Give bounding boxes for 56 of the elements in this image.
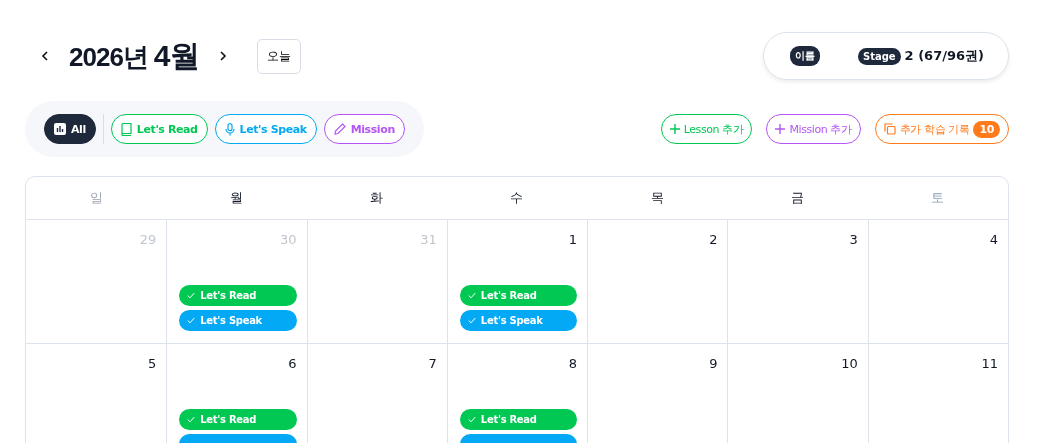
event-pill[interactable]: Let's Read	[179, 285, 297, 306]
date-number: 10	[841, 356, 858, 371]
check-icon	[187, 416, 196, 423]
check-icon	[467, 317, 476, 324]
filter-chip[interactable]: Let's Read	[110, 114, 208, 144]
date-number: 31	[420, 232, 437, 247]
date-number: 9	[709, 356, 718, 371]
check-icon	[467, 416, 476, 423]
filter-chip[interactable]: Let's Speak	[214, 114, 317, 144]
weekday-header: 일	[88, 189, 104, 207]
stage-badge: Stage	[857, 47, 901, 65]
date-number: 4	[989, 232, 998, 247]
event-pill[interactable]: Let's Read	[459, 285, 578, 306]
weekday-header: 토	[930, 189, 946, 207]
check-icon	[467, 292, 476, 299]
bar-chart-icon	[54, 123, 66, 135]
date-number: 11	[981, 356, 998, 371]
name-badge: 이름	[790, 46, 820, 66]
check-icon	[187, 317, 196, 324]
date-number: 30	[280, 232, 297, 247]
count-badge: 10	[973, 120, 1000, 138]
plus-icon	[669, 124, 680, 134]
month-title: 4월	[153, 37, 199, 74]
date-number: 6	[288, 356, 297, 371]
book-icon	[120, 122, 132, 136]
weekday-header: 금	[790, 189, 806, 207]
event-pill[interactable]: Let's Speak	[459, 310, 578, 331]
add-button[interactable]: Lesson 추가	[660, 114, 753, 144]
today-button[interactable]: 오늘	[256, 38, 301, 74]
plus-icon	[775, 124, 786, 134]
add-button[interactable]: 추가 학습 기록 10	[874, 114, 1009, 144]
microphone-icon	[224, 122, 235, 136]
event-pill[interactable]: Let's Speak	[179, 310, 297, 331]
filter-chip[interactable]: All	[44, 114, 96, 144]
date-number: 1	[568, 232, 578, 247]
filter-chip[interactable]: Mission	[323, 114, 405, 144]
date-number: 2	[709, 232, 718, 247]
date-number: 3	[849, 232, 858, 247]
date-number: 29	[139, 232, 157, 247]
event-pill[interactable]: Let's Read	[179, 409, 297, 430]
weekday-header: 목	[649, 189, 665, 207]
chevron-left-icon	[41, 51, 49, 61]
weekday-header: 화	[369, 189, 385, 207]
stage-value: 2 (67/96권)	[904, 47, 984, 65]
event-pill[interactable]: Let's Read	[459, 409, 578, 430]
date-number: 7	[428, 356, 437, 371]
date-number: 8	[568, 356, 578, 371]
add-button[interactable]: Mission 추가	[766, 114, 861, 144]
weekday-header: 월	[228, 189, 244, 207]
weekday-header: 수	[509, 189, 525, 207]
check-icon	[187, 292, 196, 299]
year-title: 2026년	[69, 40, 148, 74]
copy-icon	[883, 123, 896, 135]
chevron-right-icon	[218, 51, 227, 61]
pencil-icon	[333, 123, 346, 135]
date-number: 5	[148, 356, 157, 371]
